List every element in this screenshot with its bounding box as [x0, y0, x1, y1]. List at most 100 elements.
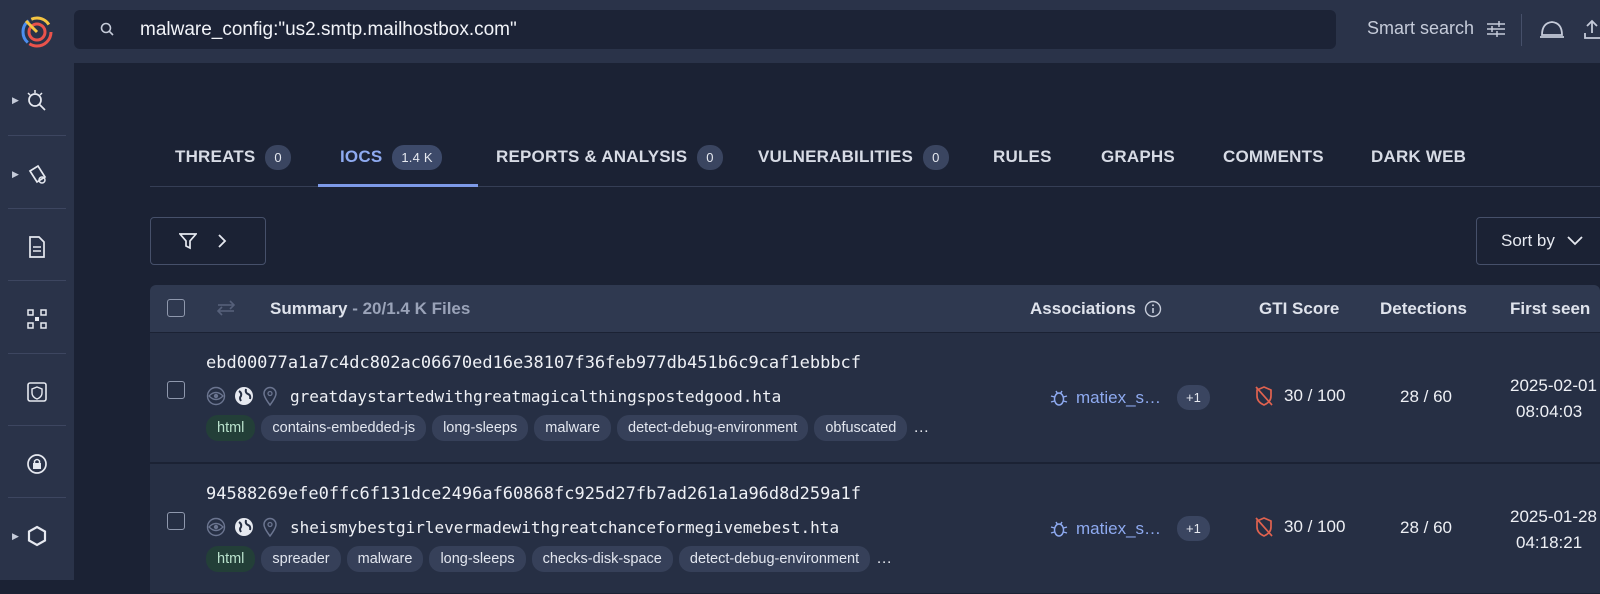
search-input[interactable]: malware_config:"us2.smtp.mailhostbox.com… — [140, 19, 517, 41]
sidebar-divider — [8, 135, 66, 136]
gti-value: 30 / 100 — [1284, 386, 1346, 405]
table-header: Summary - 20/1.4 K Files Associations GT… — [150, 285, 1600, 332]
tab-comments[interactable]: COMMENTS — [1223, 127, 1324, 187]
column-associations[interactable]: Associations — [1030, 299, 1162, 319]
globe-icon — [235, 387, 253, 405]
tag[interactable]: checks-disk-space — [531, 546, 673, 572]
row-status-icons — [206, 517, 278, 537]
sidebar-item-reports[interactable] — [0, 210, 74, 284]
bug-icon — [1050, 521, 1068, 537]
tab-dark-web[interactable]: DARK WEB — [1371, 127, 1466, 187]
logo-icon — [21, 16, 53, 47]
smart-search-label: Smart search — [1367, 18, 1475, 38]
sidebar-item-hexagon[interactable]: ▶ — [0, 499, 74, 573]
tag-list: html contains-embedded-js long-sleeps ma… — [206, 415, 929, 441]
tab-label: REPORTS & ANALYSIS — [496, 147, 688, 166]
count-badge: 0 — [923, 144, 949, 170]
smart-search-button[interactable]: Smart search — [1367, 18, 1506, 39]
upload-icon[interactable] — [1584, 17, 1600, 41]
caret-right-icon: ▶ — [12, 94, 19, 105]
associations-label: Associations — [1030, 299, 1136, 318]
sidebar: ▶ ▶ ▶ — [0, 63, 74, 580]
column-first-seen[interactable]: First seen — [1510, 299, 1590, 319]
first-seen-date: 2025-02-01 — [1510, 376, 1597, 395]
gti-score: 30 / 100 — [1254, 516, 1345, 538]
filter-button[interactable] — [150, 217, 266, 265]
tag[interactable]: detect-debug-environment — [617, 415, 809, 441]
association-more-badge[interactable]: +1 — [1177, 516, 1210, 541]
file-hash[interactable]: 94588269efe0ffc6f131dce2496af60868fc925d… — [206, 484, 861, 504]
file-hash[interactable]: ebd00077a1a7c4dc802ac06670ed16e38107f36f… — [206, 353, 861, 373]
tag[interactable]: malware — [534, 415, 612, 441]
count-badge: 1.4 K — [392, 144, 442, 170]
column-gti-score[interactable]: GTI Score — [1259, 299, 1339, 319]
tab-label: IOCS — [340, 147, 383, 166]
app-logo[interactable] — [0, 0, 74, 63]
tab-graphs[interactable]: GRAPHS — [1101, 127, 1175, 187]
tag[interactable]: spreader — [261, 546, 341, 572]
first-seen: 2025-01-28 04:18:21 — [1510, 504, 1600, 556]
tag[interactable]: html — [206, 546, 256, 572]
threat-hunt-icon — [27, 90, 46, 111]
tab-label: COMMENTS — [1223, 147, 1324, 166]
location-pin-icon — [263, 386, 277, 406]
search-bar[interactable]: malware_config:"us2.smtp.mailhostbox.com… — [74, 10, 1336, 49]
sidebar-item-intel[interactable]: ▶ — [0, 137, 74, 211]
detections: 28 / 60 — [1400, 518, 1452, 537]
sidebar-item-lock[interactable] — [0, 427, 74, 501]
table-row[interactable]: ebd00077a1a7c4dc802ac06670ed16e38107f36f… — [150, 333, 1600, 463]
sidebar-item-threat-hunt[interactable]: ▶ — [0, 63, 74, 137]
sort-button[interactable]: Sort by — [1476, 217, 1600, 265]
tag[interactable]: html — [206, 415, 256, 441]
sidebar-divider — [8, 280, 66, 281]
tab-rules[interactable]: RULES — [993, 127, 1052, 187]
more-tags[interactable]: … — [913, 419, 929, 437]
summary-label: Summary — [270, 299, 348, 318]
file-name[interactable]: greatdaystartedwithgreatmagicalthingspos… — [290, 387, 781, 406]
intel-icon — [28, 164, 47, 184]
tab-vulnerabilities[interactable]: VULNERABILITIES 0 — [758, 127, 949, 187]
sidebar-item-shield[interactable] — [0, 355, 74, 429]
tag[interactable]: long-sleeps — [429, 546, 526, 572]
tag[interactable]: contains-embedded-js — [261, 415, 427, 441]
graph-icon — [27, 309, 47, 329]
association-name: matiex_s… — [1076, 518, 1162, 538]
row-status-icons — [206, 386, 278, 406]
association[interactable]: matiex_s… +1 — [1050, 516, 1210, 541]
sidebar-divider — [8, 497, 66, 498]
association[interactable]: matiex_s… +1 — [1050, 385, 1210, 410]
tab-iocs[interactable]: IOCS 1.4 K — [340, 127, 442, 187]
globe-icon — [235, 518, 253, 536]
tag[interactable]: detect-debug-environment — [678, 546, 871, 572]
association-more-badge[interactable]: +1 — [1177, 385, 1210, 410]
tab-label: RULES — [993, 147, 1052, 166]
shield-icon — [27, 382, 47, 402]
sidebar-item-graph[interactable] — [0, 282, 74, 356]
table-row[interactable]: 94588269efe0ffc6f131dce2496af60868fc925d… — [150, 464, 1600, 594]
caret-right-icon: ▶ — [12, 530, 19, 541]
location-pin-icon — [263, 517, 277, 537]
tag[interactable]: obfuscated — [814, 415, 908, 441]
chevron-right-icon — [218, 234, 227, 248]
more-tags[interactable]: … — [876, 550, 892, 568]
tab-threats[interactable]: THREATS 0 — [175, 127, 291, 187]
summary-count: - 20/1.4 K Files — [352, 299, 471, 318]
count-badge: 0 — [265, 144, 291, 170]
column-detections[interactable]: Detections — [1380, 299, 1467, 319]
info-icon[interactable] — [1144, 300, 1162, 318]
tag[interactable]: malware — [346, 546, 424, 572]
search-icon — [100, 22, 114, 36]
file-name[interactable]: sheismybestgirlevermadewithgreatchancefo… — [290, 518, 839, 537]
notifications-icon[interactable] — [1539, 17, 1565, 41]
result-tabs: THREATS 0 IOCS 1.4 K REPORTS & ANALYSIS … — [150, 127, 1600, 187]
caret-right-icon: ▶ — [12, 168, 19, 179]
row-checkbox[interactable] — [167, 512, 185, 530]
column-summary[interactable]: Summary - 20/1.4 K Files — [270, 299, 470, 319]
swap-icon[interactable] — [216, 300, 236, 316]
tab-reports-analysis[interactable]: REPORTS & ANALYSIS 0 — [496, 127, 723, 187]
row-checkbox[interactable] — [167, 381, 185, 399]
tag[interactable]: long-sleeps — [432, 415, 529, 441]
count-badge: 0 — [697, 144, 723, 170]
select-all-checkbox[interactable] — [167, 299, 185, 317]
gti-value: 30 / 100 — [1284, 517, 1346, 536]
